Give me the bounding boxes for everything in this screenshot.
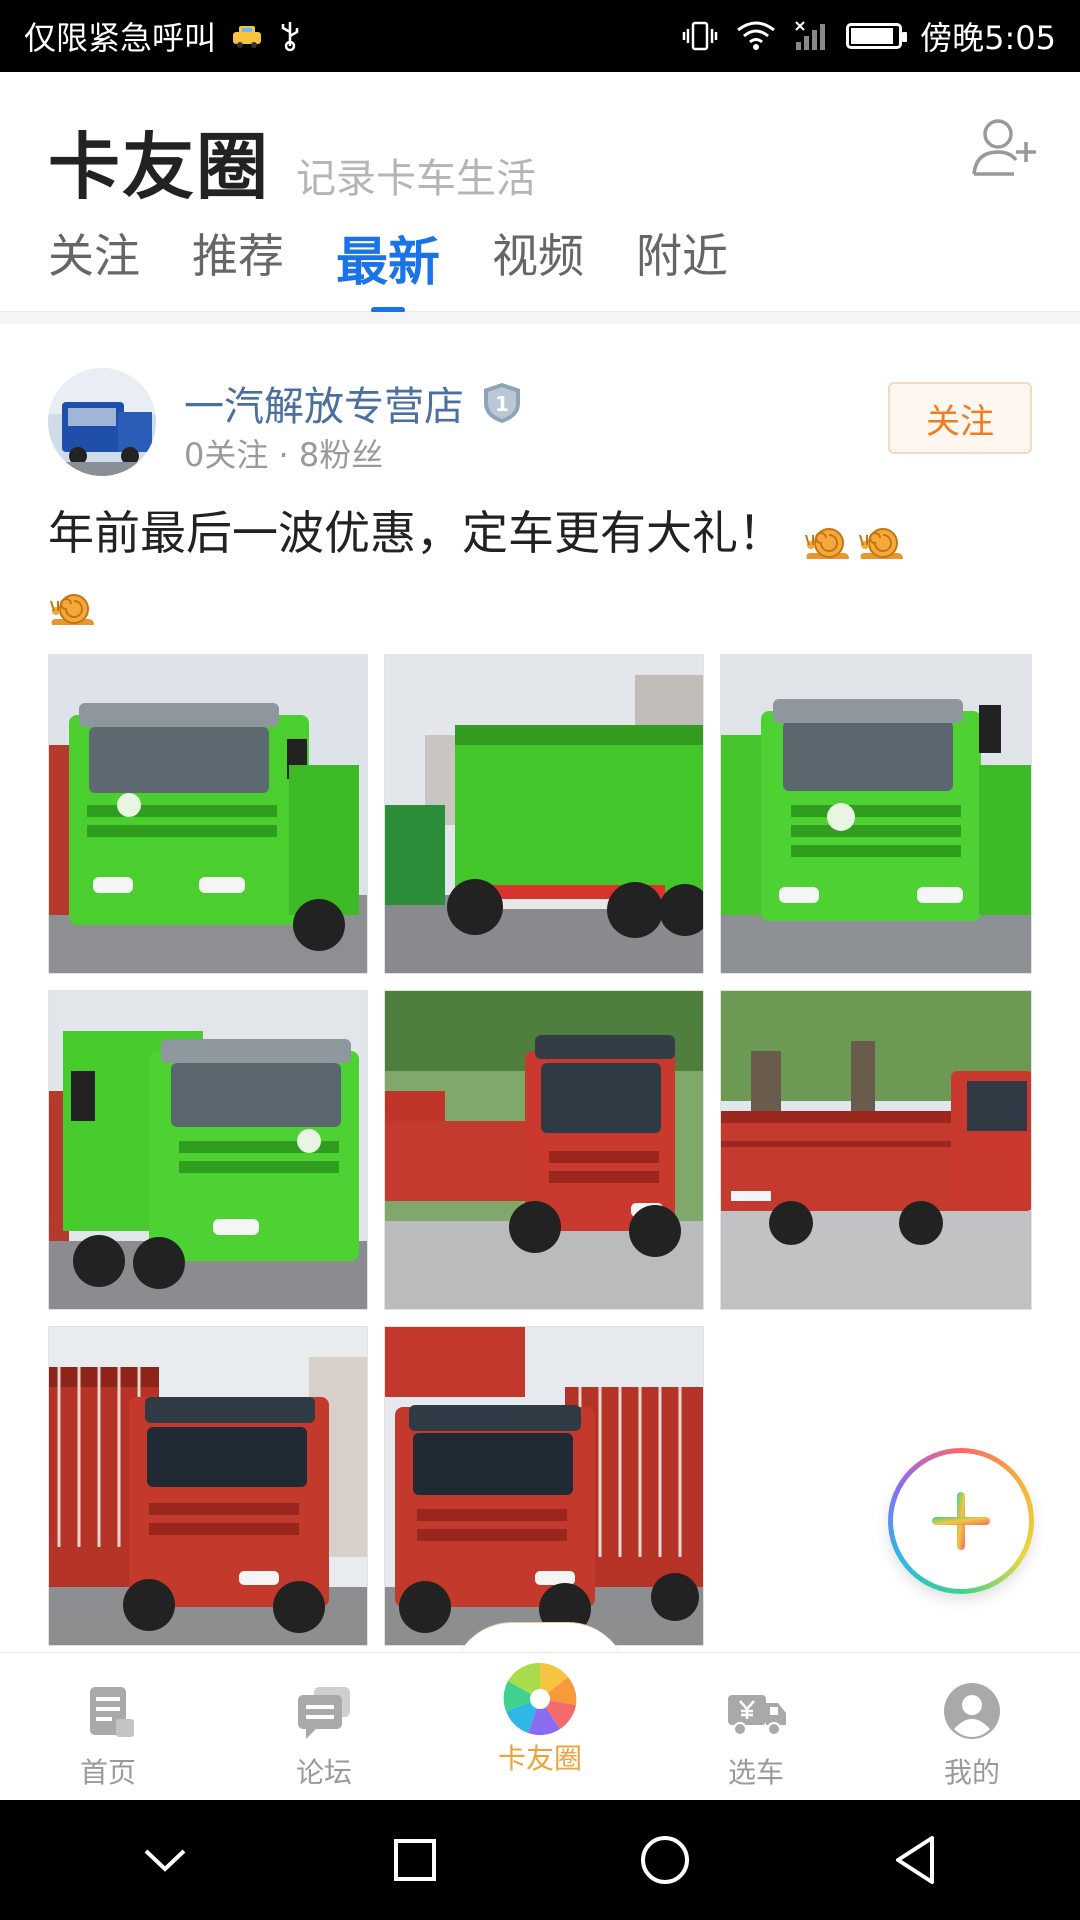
home-circle-icon[interactable] [625,1820,705,1900]
nav-label: 首页 [79,1756,136,1789]
post-photo-2[interactable] [384,654,704,974]
post-photo-5[interactable] [384,990,704,1310]
snail-emoji-icon [857,516,907,559]
nav-forum[interactable]: 论坛 [216,1653,432,1801]
title-row: 卡友圈 记录卡车生活 [48,108,536,213]
usb-icon [278,20,302,52]
bottom-nav: 首页 论坛 卡友圈 选车 我的 [0,1652,1080,1800]
post-text: 年前最后一波优惠，定车更有大礼！ [48,506,784,560]
status-time: 傍晚5:05 [920,19,1056,57]
author-name[interactable]: 一汽解放专营店 [184,374,464,432]
page-subtitle: 记录卡车生活 [296,156,537,202]
nav-choose-truck[interactable]: 选车 [648,1653,864,1801]
post-header: 一汽解放专营店 1 0关注 · 8粉丝 关注 [48,368,1032,478]
post-photo-3[interactable] [720,654,1032,974]
battery-icon [846,23,908,49]
chevron-down-icon[interactable] [125,1820,205,1900]
feed-tabs: 关注 推荐 最新 视频 附近 [48,220,728,313]
signal-icon [794,20,828,52]
header: 卡友圈 记录卡车生活 关注 推荐 最新 视频 附近 [0,72,1080,313]
back-triangle-icon[interactable] [875,1820,955,1900]
nav-label: 论坛 [295,1756,352,1789]
taxi-icon [230,22,264,50]
status-right: 傍晚5:05 [682,13,1056,59]
carrier-text: 仅限紧急呼叫 [24,19,217,57]
tab-nearby[interactable]: 附近 [636,220,728,313]
tab-latest[interactable]: 最新 [336,220,440,313]
feed[interactable]: 一汽解放专营店 1 0关注 · 8粉丝 关注 年前最后一波优惠，定车更有大礼！ [0,312,1080,1652]
author-name-row[interactable]: 一汽解放专营店 1 [184,374,524,432]
post-content[interactable]: 年前最后一波优惠，定车更有大礼！ [48,500,1032,632]
status-bar: 仅限紧急呼叫 傍晚5:05 [0,0,1080,72]
pinwheel-icon [500,1659,580,1739]
tab-follow[interactable]: 关注 [48,220,140,313]
wifi-icon [736,20,776,52]
plus-icon [893,1453,1029,1589]
post-photo-8[interactable] [384,1326,704,1646]
nav-label: 卡友圈 [497,1742,582,1775]
vibrate-icon [682,20,718,52]
forum-chat-icon [298,1687,350,1739]
status-left: 仅限紧急呼叫 [24,13,302,59]
tab-video[interactable]: 视频 [492,220,584,313]
user-profile-icon [944,1683,1000,1739]
snail-emoji-icon [48,582,98,625]
truck-price-icon [728,1695,786,1736]
nav-home[interactable]: 首页 [0,1653,216,1801]
level-badge-icon: 1 [480,381,524,425]
home-document-icon [90,1687,134,1737]
svg-text:1: 1 [495,392,509,416]
nav-truck-circle[interactable]: 卡友圈 [432,1653,648,1801]
system-nav-bar [0,1800,1080,1920]
post-photo-4[interactable] [48,990,368,1310]
author-stats: 0关注 · 8粉丝 [184,436,384,474]
recents-square-icon[interactable] [375,1820,455,1900]
snail-emoji-icon [803,516,853,559]
avatar[interactable] [48,368,156,476]
post-photo-6[interactable] [720,990,1032,1310]
add-user-icon[interactable] [968,112,1040,184]
nav-label: 选车 [727,1756,784,1789]
nav-profile[interactable]: 我的 [864,1653,1080,1801]
post-photo-1[interactable] [48,654,368,974]
page-title: 卡友圈 [48,124,271,209]
follow-button[interactable]: 关注 [888,382,1032,454]
tab-recommend[interactable]: 推荐 [192,220,284,313]
nav-label: 我的 [943,1756,1000,1789]
create-post-button[interactable] [888,1448,1034,1594]
post-photo-7[interactable] [48,1326,368,1646]
